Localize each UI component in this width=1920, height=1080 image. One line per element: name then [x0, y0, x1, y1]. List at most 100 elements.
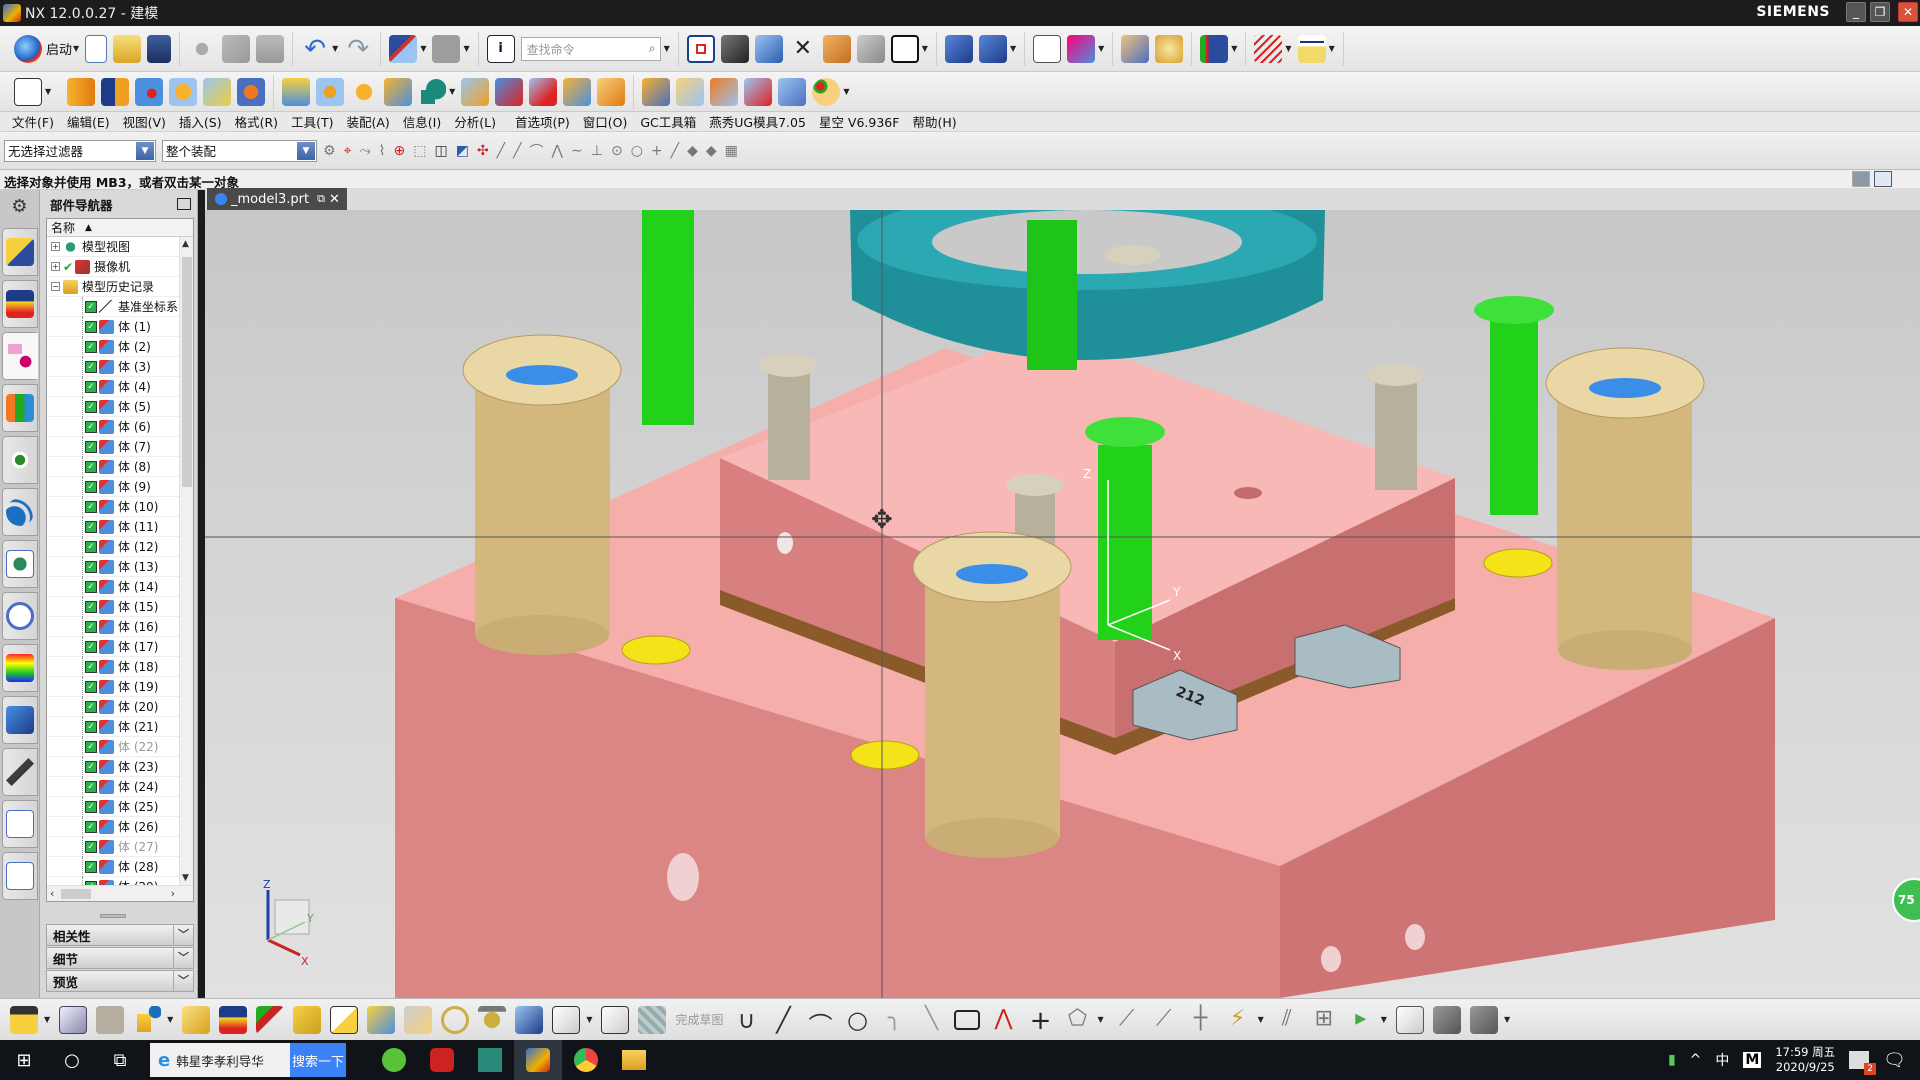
orient-view-icon[interactable]: [720, 34, 749, 63]
layer-dropdown-icon[interactable]: ▼: [1098, 44, 1104, 53]
tree-node-body[interactable]: ✓ 体 (2): [47, 336, 179, 357]
snap-enable-icon[interactable]: ✣: [477, 143, 489, 159]
boss-icon[interactable]: [169, 77, 198, 106]
visibility-checkbox[interactable]: ✓: [85, 660, 97, 673]
visibility-checkbox[interactable]: ✓: [85, 540, 97, 553]
sketch-dropdown-icon[interactable]: ▼: [45, 87, 51, 96]
snap-on-curve-icon[interactable]: ╱: [671, 143, 679, 159]
measure-grid-dropdown-icon[interactable]: ▼: [1285, 44, 1291, 53]
preview-panel[interactable]: 预览 ﹀: [46, 970, 194, 992]
taskbar-app-explorer[interactable]: [610, 1040, 658, 1080]
arc-icon[interactable]: ⌒: [806, 1006, 834, 1040]
visibility-checkbox[interactable]: ✓: [85, 440, 97, 453]
tree-node-model-views[interactable]: + 模型视图: [47, 237, 179, 257]
tree-vertical-scrollbar[interactable]: ▲ ▼: [179, 237, 193, 885]
select-edges-icon[interactable]: ◫: [434, 143, 447, 159]
datum-plane-icon[interactable]: [384, 77, 413, 106]
measure-distance-icon[interactable]: [1297, 34, 1326, 63]
quick-trim-icon[interactable]: ⟋: [1113, 1006, 1141, 1034]
dimension-dropdown-icon[interactable]: ▼: [1258, 1015, 1264, 1024]
visibility-checkbox[interactable]: ✓: [85, 680, 97, 693]
trim-body-icon[interactable]: ✕: [789, 35, 817, 63]
replace-component-icon[interactable]: [330, 1005, 359, 1034]
tree-node-body[interactable]: ✓ 体 (13): [47, 556, 179, 577]
show-constraints-icon[interactable]: ▸: [1347, 1006, 1375, 1034]
offset-curve-dropdown-icon[interactable]: ▼: [1097, 1015, 1103, 1024]
details-panel[interactable]: 细节 ﹀: [46, 947, 194, 969]
tree-horizontal-scrollbar[interactable]: ‹ ›: [47, 885, 193, 901]
search-dropdown-icon[interactable]: ▼: [664, 44, 670, 53]
exploded-view-icon[interactable]: [404, 1005, 433, 1034]
scroll-down-icon[interactable]: ▼: [182, 873, 189, 883]
menu-yanxiu-mold[interactable]: 燕秀UG模具7.05: [709, 112, 806, 131]
action-center-icon[interactable]: 🗨: [1883, 1050, 1906, 1071]
tree-node-body[interactable]: ✓ 体 (14): [47, 576, 179, 597]
visibility-checkbox[interactable]: ✓: [85, 580, 97, 593]
tree-node-datum-csys[interactable]: ✓ 基准坐标系: [47, 296, 179, 317]
menu-insert[interactable]: 插入(S): [179, 112, 222, 131]
swept-icon[interactable]: [676, 77, 705, 106]
tree-node-body[interactable]: ✓ 体 (3): [47, 356, 179, 377]
scroll-right-icon[interactable]: ›: [171, 887, 175, 900]
visibility-checkbox[interactable]: ✓: [85, 800, 97, 813]
visibility-checkbox[interactable]: ✓: [85, 400, 97, 413]
roles-tab[interactable]: [2, 696, 38, 744]
taskbar-app-nx[interactable]: [514, 1040, 562, 1080]
menu-analysis[interactable]: 分析(L): [454, 112, 496, 131]
menu-file[interactable]: 文件(F): [12, 112, 54, 131]
visibility-checkbox[interactable]: ✓: [85, 560, 97, 573]
pattern-geometry-icon[interactable]: [350, 77, 379, 106]
unite-dropdown-icon[interactable]: ▼: [449, 87, 455, 96]
menu-information[interactable]: 信息(I): [403, 112, 441, 131]
snap-control-icon[interactable]: ⌒: [530, 141, 544, 161]
show-hide-icon[interactable]: [856, 34, 885, 63]
visibility-checkbox[interactable]: ✓: [85, 720, 97, 733]
visual-reports-tab[interactable]: [2, 436, 38, 484]
snap-intersection-icon[interactable]: ⋀: [552, 143, 563, 159]
windows-start-icon[interactable]: ⊞: [0, 1040, 48, 1080]
visibility-checkbox[interactable]: ✓: [85, 700, 97, 713]
palette-tab[interactable]: [2, 644, 38, 692]
tree-node-body[interactable]: ✓ 体 (8): [47, 456, 179, 477]
tree-node-body[interactable]: ✓ 体 (23): [47, 756, 179, 777]
visibility-checkbox[interactable]: ✓: [85, 520, 97, 533]
offset-face-icon[interactable]: [282, 77, 311, 106]
wcs-dynamic-icon[interactable]: [978, 34, 1007, 63]
undo-dropdown-icon[interactable]: ▼: [332, 44, 338, 53]
tree-node-body[interactable]: ✓ 体 (25): [47, 796, 179, 817]
start-button[interactable]: 启动 ▼: [14, 34, 79, 63]
weight-dropdown-icon[interactable]: ▼: [586, 1015, 592, 1024]
simulate-icon[interactable]: [1200, 34, 1229, 63]
taskbar-app-red[interactable]: [418, 1040, 466, 1080]
rectangle-icon[interactable]: [954, 1009, 981, 1030]
tree-node-body[interactable]: ✓ 体 (1): [47, 316, 179, 337]
type-filter-select[interactable]: 无选择过滤器 ▼: [4, 139, 156, 162]
tree-node-body[interactable]: ✓ 体 (27): [47, 836, 179, 857]
tree-node-body[interactable]: ✓ 体 (18): [47, 656, 179, 677]
assembly-info-icon[interactable]: [515, 1005, 544, 1034]
relations-browser-icon[interactable]: [1432, 1005, 1461, 1034]
visibility-checkbox[interactable]: ✓: [85, 300, 97, 313]
snap-view-icon[interactable]: [1121, 34, 1150, 63]
dependencies-panel[interactable]: 相关性 ﹀: [46, 924, 194, 946]
redo-icon[interactable]: ↷: [344, 35, 372, 63]
ime-indicator[interactable]: 中: [1715, 1050, 1729, 1070]
color-swatch-icon[interactable]: [432, 34, 461, 63]
tube-icon[interactable]: [710, 77, 739, 106]
alternate-solution-icon[interactable]: [1469, 1005, 1498, 1034]
snap-circle-icon[interactable]: ○: [631, 143, 643, 159]
selection-dropdown-icon[interactable]: ▼: [420, 44, 426, 53]
background-icon[interactable]: [890, 34, 919, 63]
tree-node-body[interactable]: ✓ 体 (9): [47, 476, 179, 497]
edit-color-icon[interactable]: [1155, 34, 1184, 63]
visibility-checkbox[interactable]: ✓: [85, 760, 97, 773]
tree-node-body[interactable]: ✓ 体 (15): [47, 596, 179, 617]
snap-spline-icon[interactable]: ∼: [571, 143, 583, 159]
hole-icon[interactable]: [135, 77, 164, 106]
scroll-thumb[interactable]: [182, 257, 192, 487]
tray-expand-icon[interactable]: ^: [1690, 1052, 1702, 1068]
bounding-icon[interactable]: [778, 77, 807, 106]
menu-xingkong[interactable]: 星空 V6.936F: [819, 112, 900, 131]
part-navigator-tab[interactable]: [2, 332, 38, 380]
find-command-input[interactable]: 查找命令 ⌕: [520, 36, 661, 61]
